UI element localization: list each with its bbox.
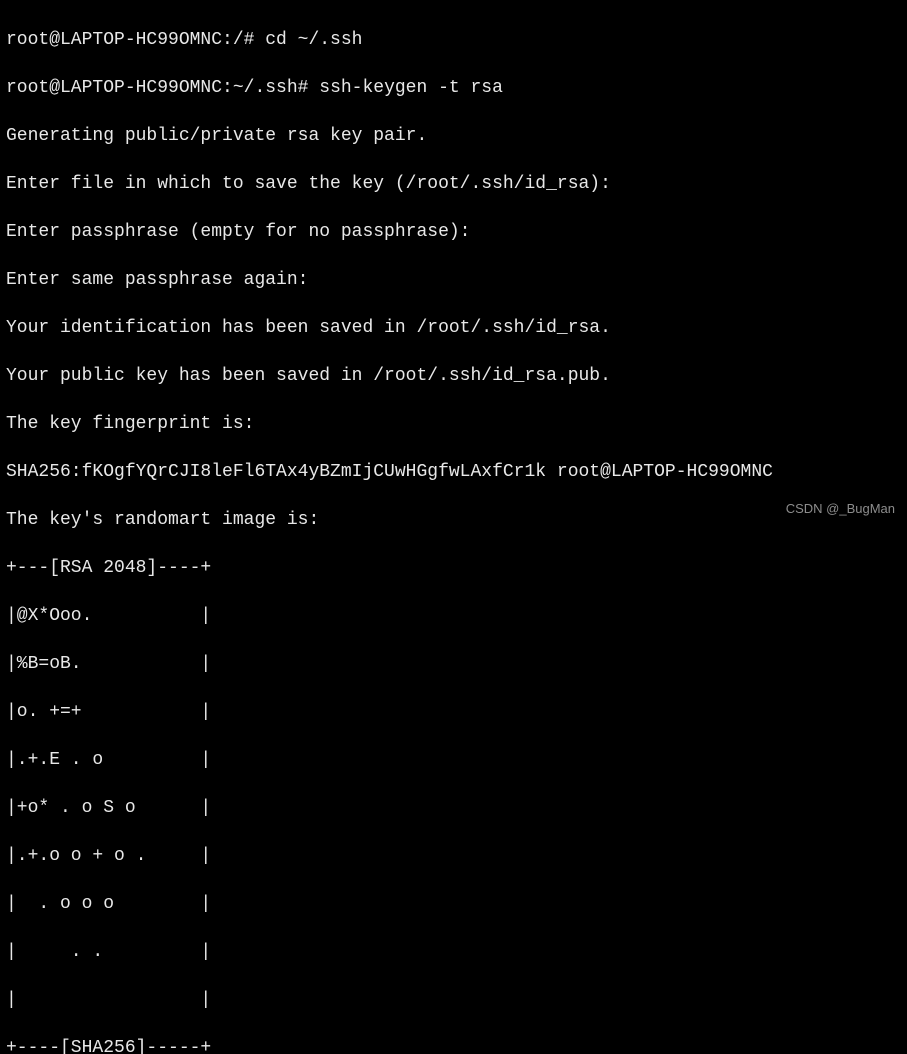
output-line: Enter file in which to save the key (/ro…: [6, 172, 901, 196]
randomart-line: |.+.E . o |: [6, 748, 901, 772]
output-line: Enter passphrase (empty for no passphras…: [6, 220, 901, 244]
randomart-line: | |: [6, 988, 901, 1012]
watermark-text: CSDN @_BugMan: [786, 497, 895, 521]
randomart-line: |@X*Ooo. |: [6, 604, 901, 628]
shell-prompt: root@LAPTOP-HC99OMNC:~/.ssh#: [6, 78, 319, 98]
randomart-border: +----[SHA256]-----+: [6, 1036, 901, 1054]
output-line: Your public key has been saved in /root/…: [6, 364, 901, 388]
output-line: Your identification has been saved in /r…: [6, 316, 901, 340]
output-line: The key's randomart image is:: [6, 508, 901, 532]
output-line: The key fingerprint is:: [6, 412, 901, 436]
command-cd: cd ~/.ssh: [265, 30, 362, 50]
fingerprint-line: SHA256:fKOgfYQrCJI8leFl6TAx4yBZmIjCUwHGg…: [6, 460, 901, 484]
output-line: Generating public/private rsa key pair.: [6, 124, 901, 148]
command-sshkeygen: ssh-keygen -t rsa: [319, 78, 503, 98]
randomart-line: |.+.o o + o . |: [6, 844, 901, 868]
randomart-line: | . . |: [6, 940, 901, 964]
randomart-line: |o. +=+ |: [6, 700, 901, 724]
randomart-line: |+o* . o S o |: [6, 796, 901, 820]
randomart-line: | . o o o |: [6, 892, 901, 916]
terminal-output[interactable]: root@LAPTOP-HC99OMNC:/# cd ~/.ssh root@L…: [6, 4, 901, 1054]
randomart-line: |%B=oB. |: [6, 652, 901, 676]
shell-prompt: root@LAPTOP-HC99OMNC:/#: [6, 30, 265, 50]
randomart-border: +---[RSA 2048]----+: [6, 556, 901, 580]
output-line: Enter same passphrase again:: [6, 268, 901, 292]
